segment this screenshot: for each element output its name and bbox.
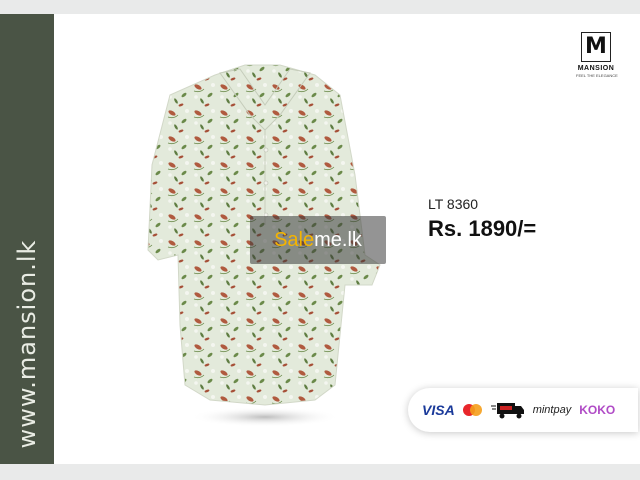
watermark-part1: Sale (274, 229, 315, 251)
logo-mark: M (581, 32, 611, 62)
logo-brand-name: MANSION (577, 65, 615, 72)
website-url: www.mansion.lk (13, 239, 41, 449)
visa-logo: VISA (422, 402, 455, 418)
product-price: Rs. 1890/= (428, 216, 537, 241)
watermark: Saleme.lk (250, 216, 386, 264)
product-code: LT 8360 (428, 196, 479, 212)
payment-methods-bar: VISA mintpay KOKO (408, 388, 638, 432)
brand-logo: M MANSION FEEL THE ELEGANCE (576, 32, 618, 88)
koko-logo: KOKO (579, 403, 616, 417)
logo-tagline: FEEL THE ELEGANCE (576, 73, 618, 78)
cash-on-delivery-icon (490, 403, 524, 419)
mastercard-icon (462, 403, 483, 417)
logo-letter: M (585, 34, 607, 59)
sidebar: www.mansion.lk (0, 14, 54, 464)
mintpay-logo: mintpay (532, 404, 572, 416)
watermark-part2: me.lk (314, 229, 362, 251)
